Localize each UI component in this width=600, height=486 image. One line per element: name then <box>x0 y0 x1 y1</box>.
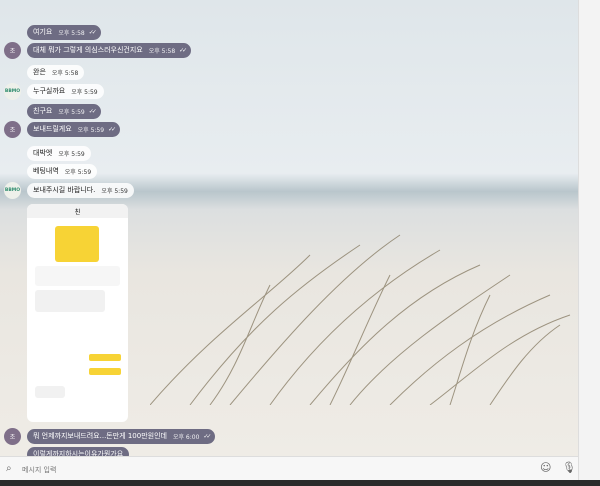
message-bubble[interactable]: 완은 오후 5:58 <box>27 64 85 80</box>
read-receipt-icon: ✓✓ <box>179 46 187 54</box>
message-bubble[interactable]: 누구실까요 오후 5:59 <box>27 83 104 99</box>
message-time: 오후 5:59 <box>64 168 92 176</box>
message-text: 베팅내역 <box>33 167 59 175</box>
message-bubble[interactable]: 보내드릴게요 오후 5:59 ✓✓ <box>27 121 121 137</box>
message-bubble[interactable]: 베팅내역 오후 5:59 <box>27 163 98 179</box>
message-bubble[interactable]: 대박엣 오후 5:59 <box>27 145 91 161</box>
message-text: 누구실까요 <box>33 87 66 95</box>
message-time: 오후 5:58 <box>51 69 79 77</box>
message-text: 대박엣 <box>33 149 53 157</box>
taskbar <box>0 480 600 486</box>
message-input-bar: ⌕ ☺ 🎙 <box>0 456 578 481</box>
avatar[interactable]: 조 <box>4 120 21 138</box>
read-receipt-icon: ✓✓ <box>88 107 97 115</box>
read-receipt-icon: ✓✓ <box>203 432 211 440</box>
message-input[interactable] <box>20 462 524 478</box>
message-time: 오후 5:58 <box>148 47 176 55</box>
beach-grass-photo <box>150 234 571 405</box>
message-time: 오후 5:59 <box>101 187 128 195</box>
message-text: 여기요 <box>33 28 53 36</box>
message-text: 보내주시길 바랍니다. <box>33 186 96 194</box>
message-bubble[interactable]: 뭐 언제까지보내드려요...돈만게 100만원인데 오후 6:00 ✓✓ <box>27 428 216 444</box>
read-receipt-icon: ✓✓ <box>108 125 116 133</box>
phone-title: 친 <box>74 208 81 216</box>
message-time: 오후 5:59 <box>58 108 85 116</box>
avatar[interactable]: 조 <box>4 41 21 59</box>
attach-icon[interactable]: ⌕ <box>6 463 12 474</box>
avatar[interactable]: BBMO <box>4 82 21 100</box>
message-time: 오후 5:59 <box>77 126 105 134</box>
message-bubble[interactable]: 여기요 오후 5:58 ✓✓ <box>27 24 101 40</box>
avatar[interactable]: BBMO <box>4 181 21 199</box>
mic-icon[interactable]: 🎙 <box>562 461 576 474</box>
message-text: 친구요 <box>33 107 53 115</box>
message-time: 오후 6:00 <box>172 433 200 441</box>
message-time: 오후 5:59 <box>58 150 85 158</box>
message-text: 대체 뭐가 그렇게 의심스러우신건지요 <box>33 46 143 54</box>
message-time: 오후 5:59 <box>71 88 98 96</box>
message-text: 뭐 언제까지보내드려요...돈만게 100만원인데 <box>33 432 167 440</box>
emoji-panel <box>578 0 600 486</box>
avatar[interactable]: 조 <box>4 427 21 445</box>
message-text: 보내드릴게요 <box>33 125 72 133</box>
message-bubble[interactable]: 친구요 오후 5:59 ✓✓ <box>27 103 101 119</box>
message-time: 오후 5:58 <box>58 29 85 37</box>
read-receipt-icon: ✓✓ <box>88 28 97 36</box>
emoji-icon[interactable]: ☺ <box>540 461 551 474</box>
shared-screenshot-image[interactable]: 친 <box>27 204 128 422</box>
message-bubble[interactable]: 보내주시길 바랍니다. 오후 5:59 <box>27 182 134 198</box>
message-bubble[interactable]: 대체 뭐가 그렇게 의심스러우신건지요 오후 5:58 ✓✓ <box>27 42 192 58</box>
message-text: 완은 <box>33 68 46 76</box>
